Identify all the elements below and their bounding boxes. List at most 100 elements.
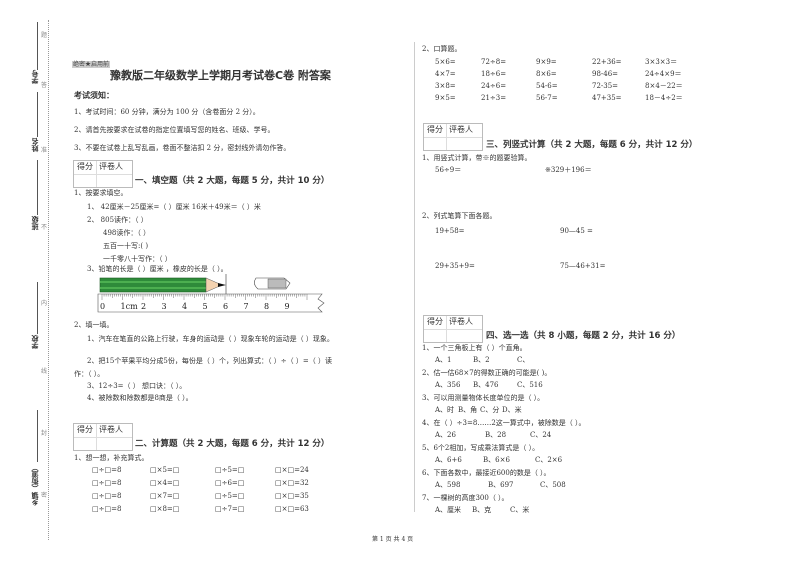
choice-question: 6、下面各数中，最接近600的数是（ ）。	[422, 469, 551, 477]
question-item: 一千零八十写作：（ ）	[103, 255, 172, 263]
question: 2、口算题。	[422, 45, 462, 53]
choice-option[interactable]: B、克	[472, 506, 491, 515]
oral-item: 22+36=	[592, 58, 622, 66]
oral-item: 9×5=	[435, 94, 456, 102]
ruler-label: 8	[264, 302, 269, 311]
choice-option[interactable]: A、356	[435, 381, 460, 390]
oral-item: 24÷4×9＝	[645, 70, 682, 78]
notice-heading: 考试须知：	[74, 91, 114, 100]
seal-char: 题	[41, 32, 48, 39]
grader-label: 评卷人	[449, 317, 473, 326]
question-item: 75—46+31=	[560, 262, 606, 270]
question-item: ※329＋196＝	[545, 166, 592, 174]
seal-char: 密	[41, 492, 48, 499]
choice-option[interactable]: C、米	[510, 506, 529, 515]
notice-item: 2、请首先按要求在试卷的指定位置填写您的姓名、班级、学号。	[74, 126, 275, 134]
choice-question: 1、一个三角板上有（ ）个直角。	[422, 344, 527, 352]
seal-char: 不	[41, 224, 48, 231]
grid-cell: □×□=32	[275, 479, 309, 487]
class-line	[37, 160, 38, 215]
question: 2、列式笔算下面各题。	[422, 212, 497, 220]
choice-option[interactable]: B、697	[488, 481, 514, 490]
choice-option[interactable]: C、2×6	[535, 456, 562, 465]
grid-cell: □÷5=□	[215, 466, 245, 474]
seal-char: 答	[41, 82, 48, 89]
ruler-label: 3	[162, 302, 167, 311]
question-item: 作：（ ）。	[74, 370, 105, 378]
choice-option[interactable]: C、24	[530, 431, 551, 440]
ruler-label: 4	[182, 302, 187, 311]
question-item: 498读作：（ ）	[103, 229, 151, 237]
question-item: 1、汽车在笔直的公路上行驶，车身的运动是（ ）现象车轮的运动是（ ）现象。	[87, 335, 334, 343]
oral-item: 4×7=	[435, 70, 456, 78]
choice-option[interactable]: B、28	[485, 431, 506, 440]
eraser	[254, 277, 291, 290]
question: 1、用竖式计算，带※的题要验算。	[422, 154, 532, 162]
score-label: 得分	[427, 125, 443, 134]
question-item: 90—45 =	[560, 227, 593, 235]
score-label: 得分	[77, 162, 93, 171]
question: 1、按要求填空。	[74, 189, 128, 197]
oral-item: 54-6=	[536, 82, 558, 90]
confidential-text: 绝密★启用前	[72, 61, 111, 68]
grader-label: 评卷人	[449, 125, 473, 134]
section-title-fill: 一、填空题（共 2 大题，每题 5 分，共计 10 分）	[135, 176, 330, 186]
student-id-label: 学号	[31, 70, 39, 84]
choice-option[interactable]: A、598	[435, 481, 460, 490]
question-item: 2、把15个苹果平均分成5份，每份是（ ）个，列出算式：（ ）÷（ ）=（ ）读	[87, 357, 332, 365]
question: 1、想一想，补充算式。	[74, 454, 149, 462]
choice-option[interactable]: C、516	[517, 381, 543, 390]
oral-item: 18÷6=	[481, 70, 507, 78]
page-title: 豫教版二年级数学上学期月考试卷C卷 附答案	[110, 69, 331, 82]
question-item: 56÷9＝	[435, 166, 462, 174]
choice-option[interactable]: B、角	[458, 406, 477, 415]
oral-item: 21÷3=	[481, 94, 507, 102]
choice-option[interactable]: D、米	[502, 406, 522, 415]
choice-option[interactable]: C、分	[480, 406, 499, 415]
oral-item: 9×9=	[536, 58, 557, 66]
name-label: 姓名	[31, 138, 39, 152]
choice-option[interactable]: B、6×6	[483, 456, 510, 465]
question-item: 4、被除数和除数都是8商是（ ）。	[87, 394, 193, 402]
choice-option[interactable]: A、时	[435, 406, 454, 415]
choice-option[interactable]: A、26	[435, 431, 456, 440]
section-title-calc: 二、计算题（共 2 大题，每题 6 分，共计 12 分）	[135, 439, 330, 449]
score-label: 得分	[77, 425, 93, 434]
grid-cell: □÷□=8	[92, 492, 122, 500]
choice-option[interactable]: A、1	[435, 356, 452, 365]
oral-item: 8×6=	[536, 70, 557, 78]
choice-option[interactable]: B、2	[473, 356, 490, 365]
section-title-choice: 四、选一选（共 8 小题，每题 2 分，共计 16 分）	[486, 331, 681, 341]
student-id-line	[37, 22, 38, 70]
choice-question: 5、6个2相加，写成乘法算式是（ ）。	[422, 444, 540, 452]
choice-option[interactable]: B、476	[473, 381, 499, 390]
notice-item: 3、不要在试卷上乱写乱画，卷面不整洁扣 2 分，密封线外请勿作答。	[74, 144, 291, 152]
seal-char: 准	[41, 147, 48, 154]
grid-cell: □×□=35	[275, 492, 309, 500]
choice-option[interactable]: C、	[517, 356, 529, 365]
grid-cell: □×□=24	[275, 466, 309, 474]
choice-option[interactable]: C、508	[540, 481, 566, 490]
column-divider	[414, 42, 415, 512]
grid-cell: □÷6=□	[215, 479, 245, 487]
oral-item: 3×3×3＝	[645, 58, 678, 66]
class-label: 班级	[31, 216, 39, 230]
choice-option[interactable]: A、厘米	[435, 506, 461, 515]
question-item: 3、12÷3=（ ） 想口诀：（ ）。	[87, 382, 187, 390]
score-label: 得分	[427, 317, 443, 326]
score-box: 得分 评卷人	[423, 315, 483, 343]
ruler-label: 2	[141, 302, 146, 311]
grid-cell: □×8=□	[150, 505, 180, 513]
oral-item: 72-35=	[592, 82, 619, 90]
pencil-body	[99, 277, 207, 293]
oral-item: 18－4÷2＝	[645, 94, 683, 102]
choice-option[interactable]: A、6+6	[435, 456, 462, 465]
name-line	[37, 92, 38, 137]
ruler-figure: 0 1cm 2 3 4 5 6 7 8 9	[96, 274, 328, 314]
score-box: 得分 评卷人	[73, 160, 133, 188]
confidential-tag: 绝密★启用前	[72, 51, 111, 70]
choice-question: 3、可以用测量物体长度单位的是（ ）。	[422, 394, 545, 402]
notice-item: 1、考试时间：60 分钟，满分为 100 分（含卷面分 2 分）。	[74, 108, 260, 116]
grid-cell: □×4=□	[150, 479, 180, 487]
question: 2、填一填。	[74, 321, 114, 329]
